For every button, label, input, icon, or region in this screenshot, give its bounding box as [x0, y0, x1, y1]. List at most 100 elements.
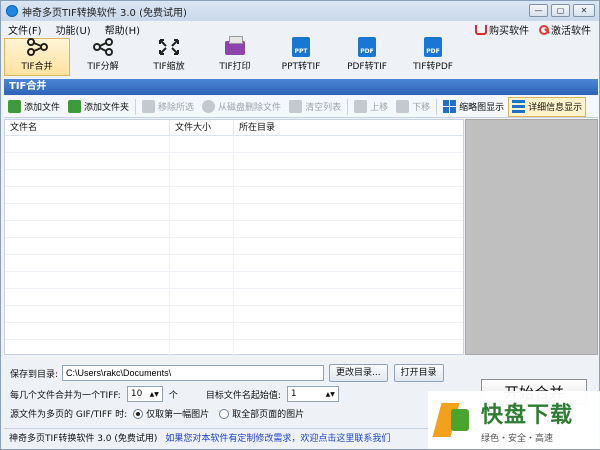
- close-button[interactable]: ✕: [573, 4, 595, 17]
- trash-icon: [289, 100, 303, 113]
- add-file-button[interactable]: 添加文件: [4, 97, 64, 117]
- detail-view-label: 详细信息显示: [528, 103, 583, 113]
- table-row: [5, 340, 463, 357]
- move-down-label: 下移: [412, 103, 431, 113]
- menu-bar: 文件(F) 功能(U) 帮助(H) 购买软件 激活软件: [1, 21, 599, 38]
- list-icon: [512, 100, 526, 113]
- table-row: [5, 323, 463, 340]
- column-header-filename[interactable]: 文件名: [5, 120, 170, 135]
- tool-label: PPT转TIF: [281, 62, 321, 72]
- tool-ppt-to-tif[interactable]: PPT PPT转TIF: [268, 37, 334, 76]
- table-row: [5, 255, 463, 272]
- save-row: 保存到目录: 更改目录... 打开目录: [10, 364, 444, 382]
- printer-icon: [224, 35, 246, 56]
- menu-help[interactable]: 帮助(H): [98, 22, 147, 37]
- start-value-label: 目标文件名起始值:: [205, 390, 281, 401]
- spinner-arrows-icon[interactable]: ▲▼: [326, 391, 335, 398]
- table-row: [5, 204, 463, 221]
- all-pages-label[interactable]: 取全部页面的图片: [232, 407, 304, 420]
- window-title: 神奇多页TIF转换软件 3.0 (免费试用): [22, 7, 187, 19]
- scale-icon: [158, 38, 180, 56]
- minimize-button[interactable]: —: [529, 4, 548, 17]
- delete-from-disk-button[interactable]: 从磁盘删除文件: [198, 97, 285, 117]
- maximize-button[interactable]: ▢: [551, 4, 570, 17]
- tool-label: TIF合并: [21, 62, 53, 72]
- window-controls: — ▢ ✕: [529, 4, 595, 17]
- table-row: [5, 136, 463, 153]
- main-toolbar: TIF合并 TIF分解 TIF缩放 TIF打印 PPT PPT转TIF PDF …: [4, 35, 598, 79]
- table-row: [5, 170, 463, 187]
- ppt-file-icon: PPT: [290, 37, 312, 57]
- remove-selected-label: 移除所选: [158, 103, 195, 113]
- key-icon: [539, 24, 549, 35]
- arrow-up-icon: [354, 100, 368, 113]
- activate-software-link[interactable]: 激活软件: [539, 22, 591, 37]
- table-row: [5, 187, 463, 204]
- tool-label: TIF转PDF: [413, 62, 453, 72]
- watermark-text: 快盘下载 绿色・安全・高速: [481, 397, 573, 444]
- contact-link[interactable]: 如果您对本软件有定制修改需求，欢迎点击这里联系我们: [165, 431, 390, 444]
- merge-icon: [26, 38, 48, 56]
- per-tiff-label: 每几个文件合并为一个TIFF:: [10, 390, 121, 401]
- preview-pane: [465, 119, 598, 355]
- menu-file[interactable]: 文件(F): [1, 22, 49, 37]
- status-app-name: 神奇多页TIF转换软件 3.0 (免费试用): [9, 434, 158, 444]
- tool-tif-to-pdf[interactable]: PDF TIF转PDF: [400, 37, 466, 76]
- section-title: TIF合并: [4, 79, 598, 95]
- spinner-arrows-icon[interactable]: ▲▼: [150, 391, 159, 398]
- table-row: [5, 238, 463, 255]
- delete-from-disk-label: 从磁盘删除文件: [218, 103, 282, 113]
- change-dir-button[interactable]: 更改目录...: [329, 364, 388, 382]
- first-image-label[interactable]: 仅取第一幅图片: [146, 407, 209, 420]
- thumbnail-view-label: 缩略图显示: [459, 103, 505, 113]
- tool-tif-scale[interactable]: TIF缩放: [136, 38, 202, 76]
- save-dir-input[interactable]: [62, 365, 325, 381]
- per-tiff-unit: 个: [168, 390, 178, 401]
- column-header-filesize[interactable]: 文件大小: [170, 120, 234, 135]
- split-icon: [92, 38, 114, 56]
- file-table[interactable]: 文件名 文件大小 所在目录: [4, 119, 464, 357]
- start-value: 1: [290, 389, 297, 399]
- column-header-directory[interactable]: 所在目录: [234, 120, 463, 135]
- watermark-tagline: 绿色・安全・高速: [481, 433, 554, 444]
- detail-view-button[interactable]: 详细信息显示: [508, 96, 587, 117]
- buy-software-link[interactable]: 购买软件: [475, 22, 529, 37]
- tool-tif-split[interactable]: TIF分解: [70, 38, 136, 76]
- all-pages-radio[interactable]: [219, 408, 230, 419]
- add-folder-button[interactable]: 添加文件夹: [64, 97, 133, 117]
- tool-label: TIF打印: [219, 62, 251, 72]
- grid-icon: [443, 100, 457, 113]
- pdf-file-icon: PDF: [422, 37, 444, 57]
- title-bar: 神奇多页TIF转换软件 3.0 (免费试用) — ▢ ✕: [1, 1, 599, 21]
- tool-tif-print[interactable]: TIF打印: [202, 35, 268, 76]
- divider: [347, 98, 349, 115]
- table-row: [5, 289, 463, 306]
- clear-list-label: 清空列表: [305, 103, 342, 113]
- open-dir-button[interactable]: 打开目录: [393, 364, 444, 382]
- per-tiff-value: 10: [130, 389, 143, 399]
- add-file-icon: [8, 100, 21, 113]
- arrow-down-icon: [396, 100, 410, 113]
- app-window: 神奇多页TIF转换软件 3.0 (免费试用) — ▢ ✕ 文件(F) 功能(U)…: [0, 0, 600, 450]
- table-body: [5, 136, 463, 357]
- tool-label: TIF缩放: [153, 62, 185, 72]
- remove-selected-button[interactable]: 移除所选: [138, 97, 198, 117]
- menu-function[interactable]: 功能(U): [49, 22, 98, 37]
- add-file-label: 添加文件: [24, 103, 61, 113]
- start-value-stepper[interactable]: 1 ▲▼: [286, 386, 339, 402]
- tool-pdf-to-tif[interactable]: PDF PDF转TIF: [334, 37, 400, 76]
- remove-icon: [142, 100, 156, 113]
- move-up-button[interactable]: 上移: [350, 97, 392, 117]
- first-image-radio[interactable]: [133, 408, 144, 419]
- divider: [436, 98, 438, 115]
- move-down-button[interactable]: 下移: [392, 97, 434, 117]
- tool-label: TIF分解: [87, 62, 119, 72]
- app-logo-icon: [6, 5, 18, 17]
- watermark-brand: 快盘下载: [481, 402, 574, 428]
- per-tiff-row: 每几个文件合并为一个TIFF: 10 ▲▼ 个 目标文件名起始值: 1 ▲▼: [10, 386, 339, 402]
- thumbnail-view-button[interactable]: 缩略图显示: [439, 97, 508, 117]
- clear-list-button[interactable]: 清空列表: [285, 97, 345, 117]
- file-list-toolbar: 添加文件 添加文件夹 移除所选 从磁盘删除文件 清空列表 上移 下移 缩略图显示…: [4, 96, 598, 118]
- tool-tif-merge[interactable]: TIF合并: [4, 38, 70, 76]
- per-tiff-stepper[interactable]: 10 ▲▼: [126, 386, 163, 402]
